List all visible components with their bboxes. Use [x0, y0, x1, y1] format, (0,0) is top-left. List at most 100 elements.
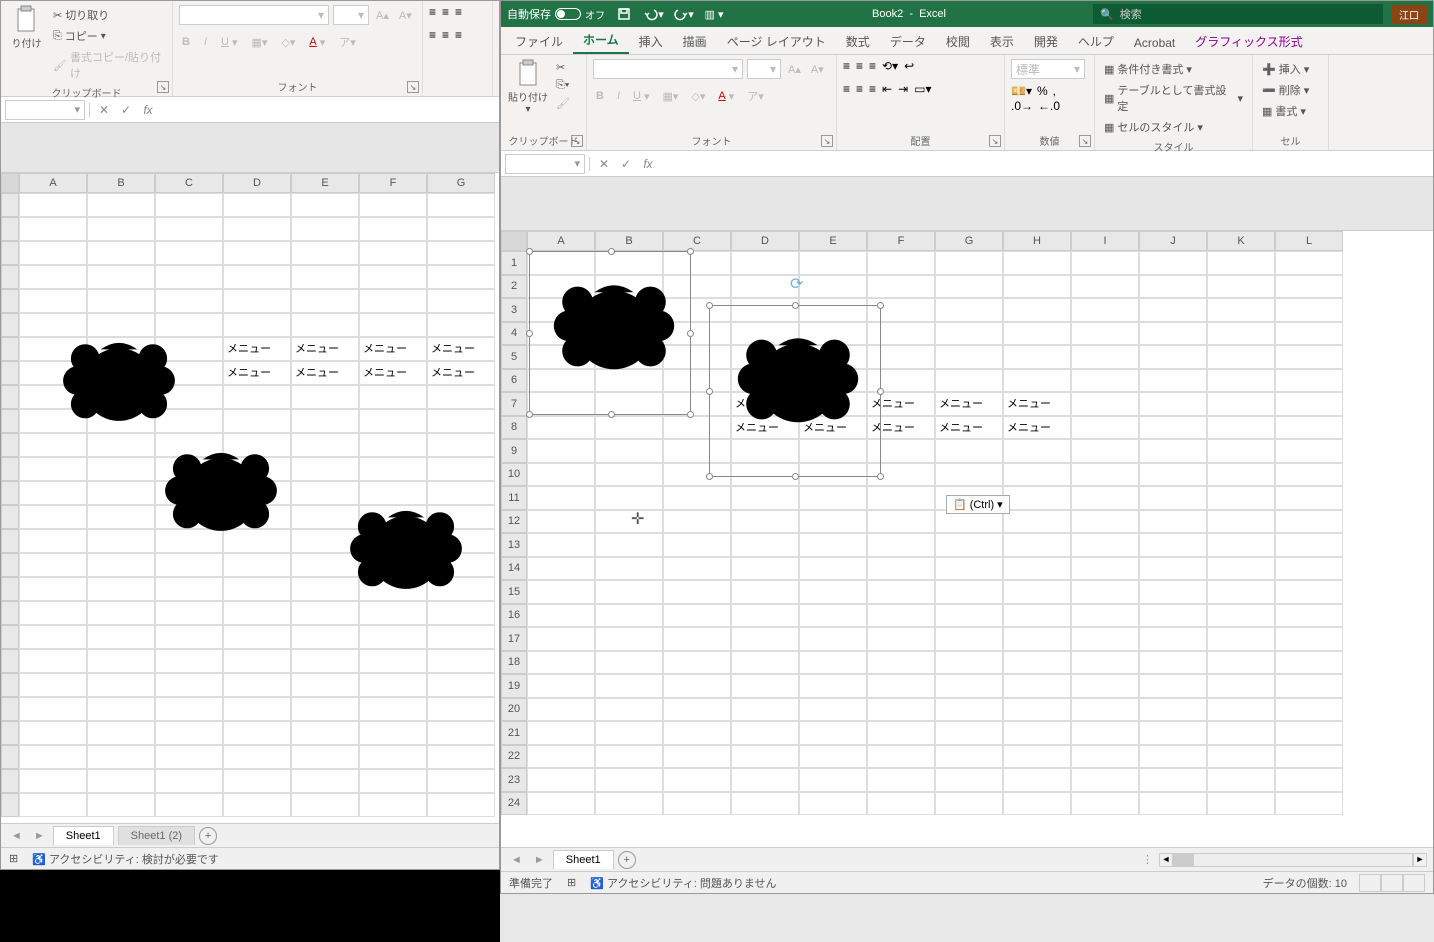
cell[interactable]	[155, 745, 223, 769]
cell[interactable]	[935, 745, 1003, 769]
col-header[interactable]: J	[1139, 231, 1207, 251]
row-header[interactable]: 16	[501, 604, 527, 628]
cell[interactable]: メニュー	[223, 337, 291, 361]
cell[interactable]	[1003, 439, 1071, 463]
redo-button[interactable]: ▾	[673, 3, 695, 25]
cell[interactable]	[291, 769, 359, 793]
insert-cells-btn[interactable]: ➕ 挿入 ▾	[1259, 59, 1312, 79]
cell[interactable]	[1275, 533, 1343, 557]
row-header[interactable]: 20	[501, 698, 527, 722]
cell[interactable]	[87, 289, 155, 313]
cell[interactable]	[87, 793, 155, 817]
cell[interactable]	[731, 533, 799, 557]
cell[interactable]	[427, 505, 495, 529]
cell[interactable]	[799, 627, 867, 651]
cell[interactable]	[595, 439, 663, 463]
font-combo-r[interactable]: ▾	[593, 59, 743, 79]
cell[interactable]	[427, 457, 495, 481]
tab-pagelayout[interactable]: ページ レイアウト	[717, 29, 836, 54]
cell[interactable]	[1139, 251, 1207, 275]
cell[interactable]	[935, 251, 1003, 275]
row-header[interactable]	[1, 265, 19, 289]
cell[interactable]	[799, 745, 867, 769]
col-header[interactable]: B	[595, 231, 663, 251]
cell[interactable]	[223, 793, 291, 817]
cell[interactable]	[1275, 627, 1343, 651]
cell[interactable]	[359, 385, 427, 409]
cell[interactable]	[935, 533, 1003, 557]
tab-insert[interactable]: 挿入	[629, 29, 673, 54]
cell[interactable]	[87, 529, 155, 553]
row-header[interactable]: 12	[501, 510, 527, 534]
cell[interactable]	[359, 673, 427, 697]
cell[interactable]	[1071, 580, 1139, 604]
cell[interactable]	[595, 533, 663, 557]
cell[interactable]	[527, 580, 595, 604]
cell[interactable]	[663, 580, 731, 604]
rotate-handle-icon[interactable]: ⟳	[790, 274, 803, 294]
cell[interactable]	[1139, 345, 1207, 369]
cell[interactable]	[359, 577, 427, 601]
cell[interactable]	[19, 481, 87, 505]
cell[interactable]	[87, 457, 155, 481]
cell[interactable]	[427, 649, 495, 673]
cell[interactable]	[155, 385, 223, 409]
inc-decimal[interactable]: .0→	[1011, 99, 1033, 113]
tab-review[interactable]: 校閲	[936, 29, 980, 54]
cell[interactable]	[935, 298, 1003, 322]
cell[interactable]	[1207, 674, 1275, 698]
tab-view[interactable]: 表示	[980, 29, 1024, 54]
cell[interactable]	[1139, 463, 1207, 487]
cell[interactable]	[1139, 439, 1207, 463]
cell[interactable]	[1139, 698, 1207, 722]
cell[interactable]	[427, 289, 495, 313]
cell[interactable]	[87, 553, 155, 577]
cell[interactable]	[1207, 298, 1275, 322]
hscroll-left[interactable]: ◄	[1159, 853, 1173, 867]
cell[interactable]	[663, 674, 731, 698]
cell[interactable]	[1003, 486, 1071, 510]
cell[interactable]	[1139, 322, 1207, 346]
valign-mid[interactable]: ≡	[856, 59, 863, 73]
indent-inc[interactable]: ⇥	[898, 82, 908, 96]
dec-decimal[interactable]: ←.0	[1038, 99, 1060, 113]
cell[interactable]	[427, 385, 495, 409]
cell[interactable]	[595, 721, 663, 745]
valign-top[interactable]: ≡	[843, 59, 850, 73]
cell[interactable]	[799, 674, 867, 698]
cell[interactable]	[595, 486, 663, 510]
col-header[interactable]: H	[1003, 231, 1071, 251]
cell[interactable]	[155, 241, 223, 265]
cell[interactable]	[87, 649, 155, 673]
formula-input-left[interactable]	[162, 100, 499, 120]
cell[interactable]	[291, 217, 359, 241]
row-header[interactable]	[1, 577, 19, 601]
cell[interactable]	[19, 241, 87, 265]
cell[interactable]	[87, 265, 155, 289]
cell[interactable]	[1071, 416, 1139, 440]
row-header[interactable]: 8	[501, 416, 527, 440]
row-header[interactable]: 9	[501, 439, 527, 463]
cell[interactable]	[19, 433, 87, 457]
cell[interactable]	[223, 625, 291, 649]
select-all-corner[interactable]	[1, 173, 19, 193]
cell[interactable]	[87, 505, 155, 529]
cell[interactable]	[663, 604, 731, 628]
cell[interactable]	[155, 697, 223, 721]
cell[interactable]	[867, 533, 935, 557]
sheet-tab-2[interactable]: Sheet1 (2)	[118, 826, 195, 845]
cell[interactable]	[867, 674, 935, 698]
row-header[interactable]	[1, 673, 19, 697]
row-header[interactable]	[1, 529, 19, 553]
cell[interactable]: メニュー	[359, 337, 427, 361]
row-header[interactable]: 13	[501, 533, 527, 557]
col-header[interactable]: F	[867, 231, 935, 251]
cell[interactable]	[1071, 768, 1139, 792]
cell[interactable]	[155, 577, 223, 601]
row-header[interactable]: 19	[501, 674, 527, 698]
cell[interactable]	[1275, 416, 1343, 440]
conditional-format-btn[interactable]: ▦ 条件付き書式 ▾	[1101, 59, 1195, 79]
cell[interactable]	[1275, 345, 1343, 369]
cell[interactable]	[427, 409, 495, 433]
cell[interactable]	[663, 557, 731, 581]
